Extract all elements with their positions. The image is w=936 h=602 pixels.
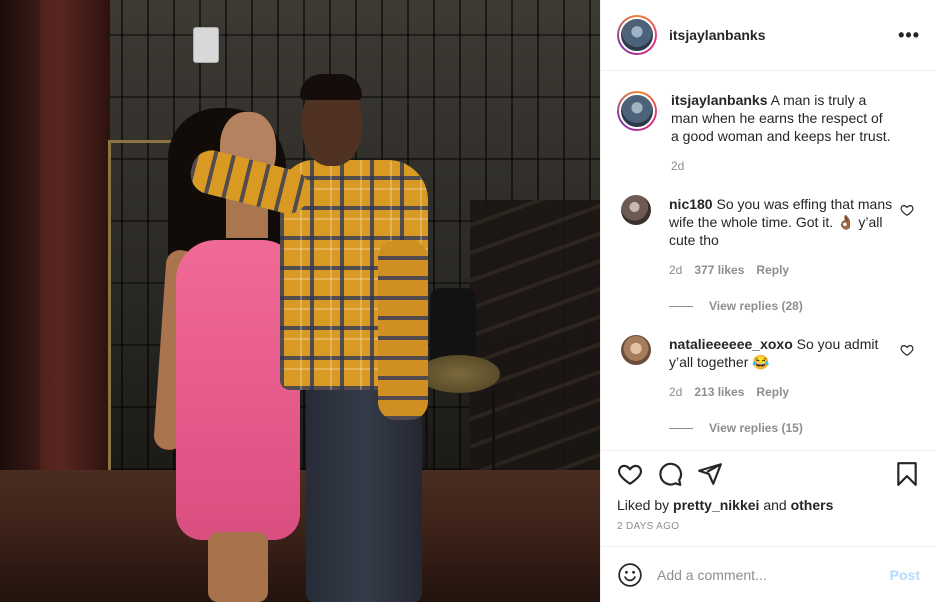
comment-likes[interactable]: 377 likes bbox=[694, 261, 744, 279]
woman-legs bbox=[208, 532, 268, 602]
more-options-icon[interactable]: ••• bbox=[898, 25, 920, 46]
avatar-image bbox=[619, 17, 655, 53]
comment-item: natalieeeeee_xoxo So you admit y’all tog… bbox=[617, 335, 920, 401]
comment-icon[interactable] bbox=[657, 461, 683, 487]
like-comment-icon[interactable] bbox=[900, 343, 914, 357]
commenter-avatar[interactable] bbox=[621, 335, 651, 365]
comment-meta: 2d 213 likes Reply bbox=[669, 383, 894, 401]
reply-button[interactable]: Reply bbox=[756, 383, 789, 401]
heart-icon[interactable] bbox=[617, 461, 643, 487]
post-header: itsjaylanbanks ••• bbox=[601, 0, 936, 71]
caption-body: itsjaylanbanks A man is truly a man when… bbox=[671, 91, 920, 175]
caption: itsjaylanbanks A man is truly a man when… bbox=[617, 91, 920, 175]
liked-by-user[interactable]: pretty_nikkei bbox=[673, 497, 759, 513]
view-replies-label: View replies (15) bbox=[709, 421, 803, 435]
caption-avatar[interactable] bbox=[617, 91, 657, 131]
comment-username[interactable]: natalieeeeee_xoxo bbox=[669, 336, 793, 352]
comment-item: nic180 So you was effing that mans wife … bbox=[617, 195, 920, 279]
post-button[interactable]: Post bbox=[890, 567, 920, 583]
liked-by-others[interactable]: others bbox=[791, 497, 834, 513]
action-icons bbox=[617, 451, 920, 497]
stool-legs bbox=[425, 390, 495, 470]
caption-time[interactable]: 2d bbox=[671, 157, 684, 175]
stool-back bbox=[430, 288, 476, 360]
caption-meta: 2d bbox=[671, 157, 894, 175]
header-username[interactable]: itsjaylanbanks bbox=[669, 27, 898, 43]
reply-button[interactable]: Reply bbox=[756, 261, 789, 279]
man-arm bbox=[378, 240, 428, 420]
divider-line bbox=[669, 427, 693, 429]
post-sidebar: itsjaylanbanks ••• itsjaylanbanks A man … bbox=[600, 0, 936, 602]
liked-by-prefix: Liked by bbox=[617, 497, 670, 513]
view-replies-button[interactable]: View replies (15) bbox=[669, 421, 920, 435]
liked-by-and: and bbox=[763, 497, 787, 513]
liked-by: Liked by pretty_nikkei and others bbox=[617, 497, 920, 513]
comment-time[interactable]: 2d bbox=[669, 261, 682, 279]
comment-body: natalieeeeee_xoxo So you admit y’all tog… bbox=[669, 335, 920, 401]
avatar-image bbox=[619, 93, 655, 129]
comment-body: nic180 So you was effing that mans wife … bbox=[669, 195, 920, 279]
man-hair bbox=[300, 74, 362, 100]
comment-meta: 2d 377 likes Reply bbox=[669, 261, 894, 279]
avatar[interactable] bbox=[617, 15, 657, 55]
light-switch bbox=[193, 27, 219, 63]
post-photo[interactable] bbox=[0, 0, 600, 602]
post-timestamp[interactable]: 2 DAYS AGO bbox=[617, 521, 920, 532]
comment-time[interactable]: 2d bbox=[669, 383, 682, 401]
commenter-avatar[interactable] bbox=[621, 195, 651, 225]
share-icon[interactable] bbox=[697, 461, 723, 487]
view-replies-label: View replies (28) bbox=[709, 299, 803, 313]
bookmark-icon[interactable] bbox=[894, 461, 920, 487]
like-comment-icon[interactable] bbox=[900, 203, 914, 217]
divider-line bbox=[669, 305, 693, 307]
comment-username[interactable]: nic180 bbox=[669, 196, 713, 212]
comments-section: itsjaylanbanks A man is truly a man when… bbox=[601, 71, 936, 450]
view-replies-button[interactable]: View replies (28) bbox=[669, 299, 920, 313]
add-comment-row: Post bbox=[601, 546, 936, 602]
floor bbox=[0, 470, 600, 602]
caption-username[interactable]: itsjaylanbanks bbox=[671, 92, 768, 108]
post-actions: Liked by pretty_nikkei and others 2 DAYS… bbox=[601, 450, 936, 546]
comment-likes[interactable]: 213 likes bbox=[694, 383, 744, 401]
comment-input[interactable] bbox=[657, 566, 890, 583]
smiley-icon[interactable] bbox=[617, 562, 643, 588]
stool-seat bbox=[418, 355, 500, 393]
